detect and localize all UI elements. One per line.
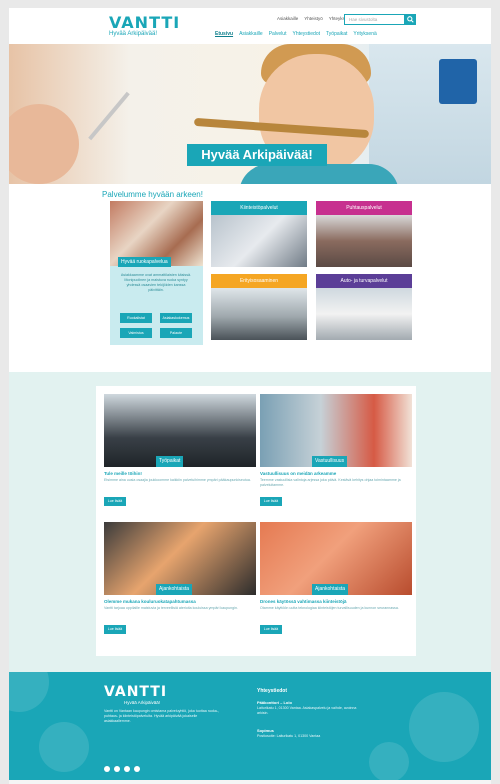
news-title: Tule meille töihin! (104, 471, 142, 476)
footer-mail-text: Postiosoite: Laiturikatu 1, 01300 Vantaa (257, 734, 321, 738)
hero-shirt (239, 164, 399, 184)
featured-button-menus[interactable]: Ruokalistat (120, 313, 152, 323)
news-text: Etsimme aina uusia osaajia joukkoomme ka… (104, 478, 251, 482)
footer-pattern (9, 672, 49, 712)
news-title: Olemme mukana kouluruokatapahtumassa (104, 599, 196, 604)
search-placeholder: Hae sivustolta (349, 17, 378, 22)
hero-fork (88, 91, 130, 141)
news-title: Drones käytössä vahtimassa kiinteistöjä (260, 599, 347, 604)
top-link-customers[interactable]: Asiakkaille (277, 16, 298, 26)
service-tile-title: Erityisosaaminen (211, 274, 307, 288)
read-more-button[interactable]: Lue lisää (260, 625, 282, 634)
services-title: Palvelumme hyvään arkeen! (102, 190, 203, 199)
nav-item-customers[interactable]: Asiakkaille (239, 31, 263, 37)
footer-logo[interactable]: VANTTI (104, 684, 167, 700)
logo-text: VANTTI (109, 13, 181, 32)
news-text: Otamme käyttöön uutta teknologiaa kiinte… (260, 606, 399, 610)
service-tile-image (211, 215, 307, 267)
top-link-cooperation[interactable]: Yhteistyö (304, 16, 323, 26)
news-tag: Vastuullisuus (312, 456, 348, 467)
nav-item-jobs[interactable]: Työpaikat (326, 31, 347, 37)
nav-item-services[interactable]: Palvelut (269, 31, 287, 37)
read-more-button[interactable]: Lue lisää (104, 625, 126, 634)
footer-pattern (39, 722, 89, 772)
nav-item-home[interactable]: Etusivu (215, 31, 233, 37)
news-title: Vastuullisuus on meidän arkeamme (260, 471, 337, 476)
featured-button-preparation[interactable]: Valmistus (120, 328, 152, 338)
main-nav: Etusivu Asiakkaille Palvelut Yhteystiedo… (215, 31, 377, 37)
news-card[interactable]: Ajankohtaista Olemme mukana kouluruokata… (104, 522, 256, 647)
service-tile-vehicle[interactable]: Auto- ja turvapalvelut (316, 274, 412, 340)
news-card[interactable]: Ajankohtaista Drones käytössä vahtimassa… (260, 522, 412, 647)
service-tile-special[interactable]: Erityisosaaminen (211, 274, 307, 340)
hero-banner: Hyvää Arkipäivää! (187, 144, 327, 166)
featured-button-experience[interactable]: Asiakaskokemus (160, 313, 192, 323)
service-tile-title: Puhtauspalvelut (316, 201, 412, 215)
read-more-button[interactable]: Lue lisää (104, 497, 126, 506)
youtube-icon[interactable] (104, 766, 110, 772)
instagram-icon[interactable] (124, 766, 130, 772)
service-tile-image (316, 288, 412, 340)
footer-office-heading: Pääkonttori – Lolo (257, 700, 292, 705)
service-tile-property[interactable]: Kiinteistöpalvelut (211, 201, 307, 267)
footer-pattern (409, 692, 479, 762)
page: VANTTI Hyvää Arkipäivää! Asiakkaille Yht… (9, 8, 491, 784)
nav-item-contacts[interactable]: Yhteystiedot (292, 31, 320, 37)
nav-item-company[interactable]: Yrityksenä (353, 31, 376, 37)
news-card[interactable]: Vastuullisuus Vastuullisuus on meidän ar… (260, 394, 412, 519)
logo[interactable]: VANTTI Hyvää Arkipäivää! (103, 13, 183, 39)
news-tag: Ajankohtaista (156, 584, 193, 595)
news-text: Teemme vastuullisia valintoja arjessa jo… (260, 478, 401, 487)
hero-image: Hyvää Arkipäivää! (9, 44, 491, 184)
hero-blue-box (439, 59, 477, 104)
bottom-strip (9, 780, 491, 784)
service-tile-title: Kiinteistöpalvelut (211, 201, 307, 215)
read-more-button[interactable]: Lue lisää (260, 497, 282, 506)
site-header: VANTTI Hyvää Arkipäivää! Asiakkaille Yht… (9, 8, 491, 44)
top-links: Asiakkaille Yhteistyö Yhteyksiä (277, 16, 348, 26)
news-card[interactable]: Työpaikat Tule meille töihin! Etsimme ai… (104, 394, 256, 519)
footer-tagline: Hyvää Arkipäivää! (124, 700, 161, 705)
featured-service-label: Hyvää ruokapalvelua (118, 257, 171, 267)
service-tile-image (211, 288, 307, 340)
news-panel: Työpaikat Tule meille töihin! Etsimme ai… (96, 386, 416, 656)
featured-service-card[interactable]: Hyvää ruokapalvelua Asiakkaamme ovat amm… (110, 201, 203, 345)
service-tile-image (316, 215, 412, 267)
search-button[interactable] (404, 14, 416, 25)
footer-pattern (369, 742, 409, 780)
logo-tagline: Hyvää Arkipäivää! (109, 31, 158, 37)
footer-office-text: Laiturikatu 1, 01300 Vantaa. Asiakaspalv… (257, 706, 357, 715)
footer-mail-heading: Sopimus (257, 728, 274, 733)
search-icon (407, 16, 414, 23)
news-section: Työpaikat Tule meille töihin! Etsimme ai… (9, 372, 491, 672)
news-tag: Ajankohtaista (312, 584, 349, 595)
featured-button-feedback[interactable]: Palaute (160, 328, 192, 338)
news-tag: Työpaikat (156, 456, 184, 467)
service-tile-cleaning[interactable]: Puhtauspalvelut (316, 201, 412, 267)
service-tile-title: Auto- ja turvapalvelut (316, 274, 412, 288)
linkedin-icon[interactable] (134, 766, 140, 772)
facebook-icon[interactable] (114, 766, 120, 772)
footer-description: Vantti on Vantaan kaupungin omistama pal… (104, 709, 219, 723)
site-footer: VANTTI Hyvää Arkipäivää! Vantti on Vanta… (9, 672, 491, 780)
news-text: Vantti tarjoaa oppilaille maistuvia ja t… (104, 606, 238, 610)
hero-left-child (9, 104, 79, 184)
social-links (104, 766, 140, 772)
featured-service-description: Asiakkaamme ovat ammattilaisten käsissä.… (120, 273, 192, 292)
footer-contact-heading: Yhteystiedot (257, 688, 288, 694)
